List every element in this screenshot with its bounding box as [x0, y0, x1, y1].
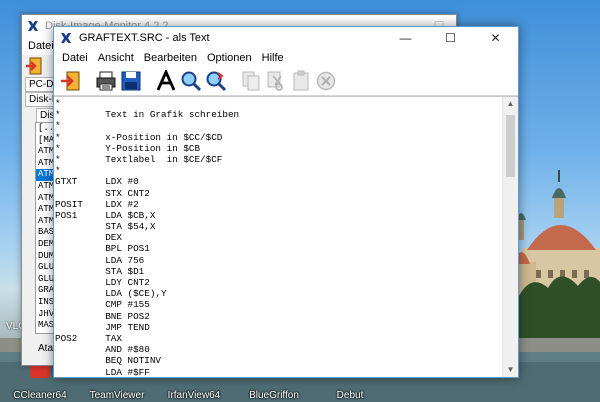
cancel-circle-icon [316, 71, 336, 91]
source-line: JMP TEND [55, 321, 150, 333]
minimize-button[interactable]: — [383, 27, 428, 49]
source-line: AND #$80 [55, 344, 150, 356]
source-line: STA $54,X [55, 221, 156, 233]
source-line: CMP #155 [55, 299, 150, 311]
scissors-icon [267, 71, 283, 91]
source-line: GTXT LDX #0 [55, 176, 139, 188]
toolbar [54, 67, 518, 96]
source-line: * Textlabel in $CE/$CF [55, 153, 223, 165]
source-line: * x-Position in $CC/$CD [55, 131, 223, 143]
source-line: LDA #$FF [55, 366, 150, 378]
window-title: GRAFTEXT.SRC - als Text [79, 32, 210, 44]
find-button[interactable] [180, 70, 202, 92]
app-icon [61, 33, 71, 43]
menu-bearbeiten[interactable]: Bearbeiten [139, 49, 202, 67]
source-line: BNE POS2 [55, 310, 150, 322]
text-editor[interactable]: * * Text in Grafik schreiben * * x-Position… [54, 96, 518, 378]
source-line: * Text in Grafik schreiben [55, 109, 240, 121]
text-viewer-window[interactable]: GRAFTEXT.SRC - als Text — ☐ ✕ Datei Ansi… [53, 26, 519, 378]
exit-door-icon[interactable] [25, 57, 45, 75]
source-line: POS2 TAX [55, 332, 122, 344]
desktop-icon-label: IrfanView64 [167, 390, 221, 401]
source-line: POSIT LDX #2 [55, 198, 139, 210]
maximize-button[interactable]: ☐ [428, 27, 473, 49]
find-next-button[interactable] [205, 70, 227, 92]
vertical-scrollbar[interactable]: ▲ ▼ [502, 97, 518, 377]
delete-button[interactable] [315, 70, 337, 92]
titlebar[interactable]: GRAFTEXT.SRC - als Text — ☐ ✕ [54, 27, 518, 49]
exit-door-icon [61, 71, 80, 91]
source-line: STA $D1 [55, 265, 145, 277]
magnifier-icon [181, 71, 202, 92]
font-button[interactable] [155, 70, 177, 92]
floppy-disk-icon [121, 71, 141, 91]
clipboard-icon [293, 70, 309, 91]
desktop-icon-label: CCleaner64 [13, 390, 67, 401]
source-line: BEQ NOTINV [55, 355, 162, 367]
source-line: * [55, 98, 61, 109]
save-button[interactable] [120, 70, 142, 92]
source-line: POS1 LDA $CB,X [55, 209, 156, 221]
font-a-icon [156, 70, 176, 91]
source-line: STX CNT2 [55, 187, 150, 199]
print-button[interactable] [95, 70, 117, 92]
source-line: * [55, 165, 61, 177]
back-menu-datei[interactable]: Datei [28, 40, 54, 52]
desktop-icon-label: TeamViewer [89, 390, 145, 401]
copy-icon [242, 71, 260, 91]
close-button[interactable]: ✕ [473, 27, 518, 49]
scroll-thumb[interactable] [506, 115, 515, 177]
scroll-up-arrow-icon[interactable]: ▲ [503, 97, 518, 111]
source-line: LDA ($CE),Y [55, 288, 167, 300]
menu-datei[interactable]: Datei [57, 49, 93, 67]
menu-hilfe[interactable]: Hilfe [257, 49, 289, 67]
printer-icon [96, 71, 116, 91]
source-line: LDA 756 [55, 254, 145, 266]
menu-optionen[interactable]: Optionen [202, 49, 257, 67]
source-line: LDY CNT2 [55, 277, 150, 288]
source-line: * [55, 120, 61, 132]
copy-button[interactable] [240, 70, 262, 92]
exit-button[interactable] [60, 70, 82, 92]
menu-ansicht[interactable]: Ansicht [93, 49, 139, 67]
desktop-icon-label: Debut [336, 390, 364, 401]
menubar: Datei Ansicht Bearbeiten Optionen Hilfe [54, 49, 518, 67]
scroll-down-arrow-icon[interactable]: ▼ [503, 363, 518, 377]
source-text-area[interactable]: * * Text in Grafik schreiben * * x-Position… [55, 98, 502, 377]
source-line: BPL POS1 [55, 243, 150, 255]
source-line: * Y-Position in $CB [55, 142, 201, 154]
desktop-icon-label: BlueGriffon [249, 390, 299, 401]
source-line: DEX [55, 232, 122, 244]
magnifier-next-icon [206, 71, 227, 92]
paste-button[interactable] [290, 70, 312, 92]
app-icon [28, 21, 38, 31]
cut-button[interactable] [265, 70, 287, 92]
